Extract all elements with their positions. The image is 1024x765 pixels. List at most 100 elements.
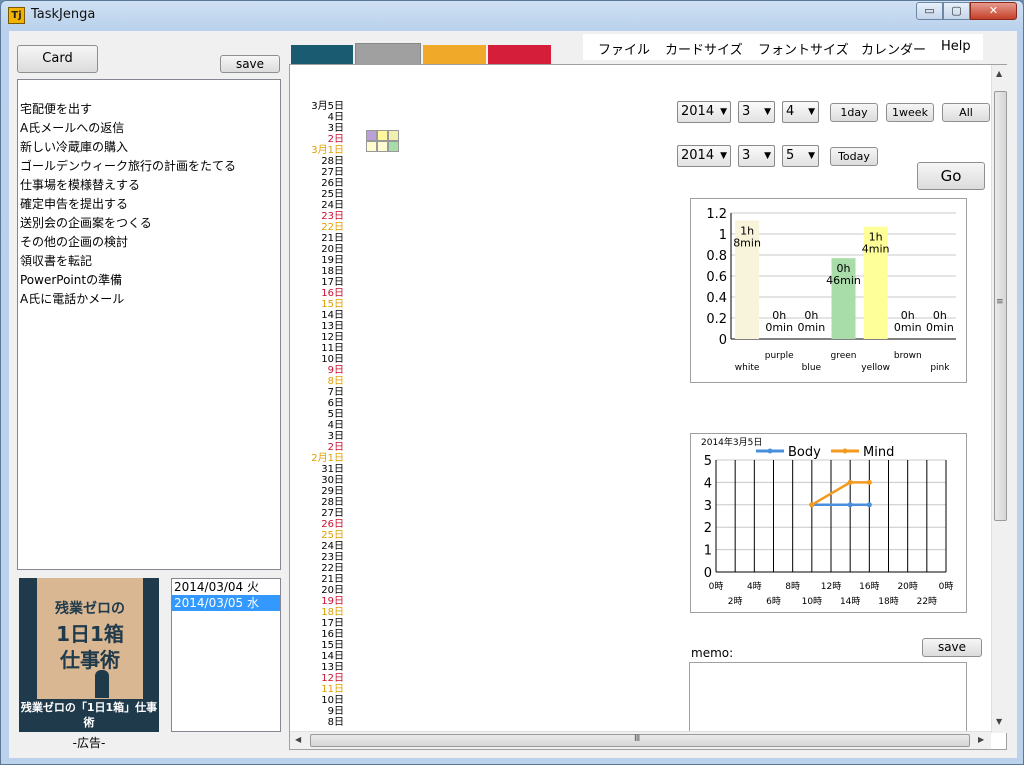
to-year-select[interactable]: 2014 ▼: [677, 145, 731, 167]
horizontal-scroll-thumb[interactable]: Ⅲ: [310, 734, 970, 747]
vertical-scroll-thumb[interactable]: ≡: [994, 91, 1007, 521]
card-button[interactable]: Card: [17, 45, 98, 73]
tab-color-red[interactable]: [488, 45, 551, 65]
from-month-select[interactable]: 3 ▼: [738, 101, 775, 123]
from-year-select[interactable]: 2014 ▼: [677, 101, 731, 123]
go-button[interactable]: Go: [917, 162, 985, 190]
date-list[interactable]: 2014/03/04 火 2014/03/05 水: [171, 578, 281, 732]
bar-value-label: 8min: [733, 236, 761, 249]
timeline-date-label: 3月1日: [311, 145, 344, 156]
one-week-button[interactable]: 1week: [886, 103, 934, 122]
task-item[interactable]: A氏メールへの返信: [19, 119, 280, 138]
ad-caption: 残業ゼロの「1日1箱」仕事術: [20, 701, 158, 729]
bar-chart-svg: 00.20.40.60.811.21h8minwhite0h0minpurple…: [706, 207, 956, 373]
task-item[interactable]: 新しい冷蔵庫の購入: [19, 138, 280, 157]
timeline-date-label: 19日: [321, 596, 344, 607]
tab-color-teal[interactable]: [291, 45, 353, 65]
task-item[interactable]: 領収書を転記: [19, 252, 280, 271]
x-tick-label: 8時: [785, 581, 800, 592]
task-item[interactable]: その他の企画の検討: [19, 233, 280, 252]
x-tick-label: 20時: [897, 581, 917, 592]
menu-card-size[interactable]: カードサイズ: [665, 39, 743, 58]
scroll-left-icon[interactable]: ◀: [295, 735, 301, 744]
mini-card[interactable]: [366, 141, 377, 152]
x-tick-label: 18時: [878, 596, 898, 607]
task-save-button[interactable]: save: [220, 55, 280, 73]
timeline-date-label: 24日: [321, 200, 344, 211]
timeline-date-label: 9日: [327, 706, 344, 717]
date-item[interactable]: 2014/03/04 火: [172, 579, 280, 595]
scroll-up-icon[interactable]: ▲: [996, 69, 1002, 78]
scroll-right-icon[interactable]: ▶: [978, 735, 984, 744]
from-day-select[interactable]: 4 ▼: [782, 101, 819, 123]
timeline-date-label: 8日: [327, 717, 344, 728]
legend-label-mind: Mind: [863, 445, 894, 460]
legend-label-body: Body: [788, 445, 821, 460]
one-day-button[interactable]: 1day: [830, 103, 878, 122]
y-tick-label: 1: [719, 228, 727, 243]
task-item[interactable]: PowerPointの準備: [19, 271, 280, 290]
timeline-date-label: 15日: [321, 299, 344, 310]
mini-card[interactable]: [377, 141, 388, 152]
x-category-label: brown: [894, 351, 922, 361]
timeline-date-label: 19日: [321, 255, 344, 266]
mini-card[interactable]: [388, 130, 399, 141]
bar-value-label: 0min: [926, 321, 954, 334]
to-month-select[interactable]: 3 ▼: [738, 145, 775, 167]
x-tick-label: 16時: [859, 581, 879, 592]
bar-value-label: 0min: [894, 321, 922, 334]
menu-help[interactable]: Help: [941, 39, 971, 54]
y-tick-label: 1: [704, 544, 712, 559]
client-area: Card save 宅配便を出す A氏メールへの返信 新しい冷蔵庫の購入 ゴールデンウ…: [9, 31, 1017, 758]
menu-calendar[interactable]: カレンダー: [861, 39, 926, 58]
vertical-scrollbar[interactable]: ▲ ≡ ▼: [991, 65, 1008, 733]
today-button[interactable]: Today: [830, 147, 878, 166]
timeline-date-label: 13日: [321, 662, 344, 673]
mini-card[interactable]: [388, 141, 399, 152]
minimize-button[interactable]: ▭: [916, 2, 943, 20]
timeline-axis: 3月5日 4日 3日 2日 3月1日 28日 27日 26日 25日 24日 23日 22日 21日 20…: [299, 101, 344, 728]
data-point-body: [847, 502, 853, 508]
y-tick-label: 0.8: [706, 249, 727, 264]
timeline-date-label: 4日: [327, 420, 344, 431]
task-item[interactable]: ゴールデンウィーク旅行の計画をたてる: [19, 157, 280, 176]
timeline-date-label: 26日: [321, 519, 344, 530]
timeline-date-label: 2日: [327, 134, 344, 145]
scroll-down-icon[interactable]: ▼: [996, 717, 1002, 726]
timeline-date-label: 26日: [321, 178, 344, 189]
task-item[interactable]: 確定申告を提出する: [19, 195, 280, 214]
timeline-date-label: 14日: [321, 651, 344, 662]
tab-color-gray[interactable]: [355, 43, 421, 65]
all-button[interactable]: All: [942, 103, 990, 122]
timeline-date-label: 10日: [321, 354, 344, 365]
chevron-down-icon: ▼: [720, 107, 727, 117]
task-item[interactable]: 宅配便を出す: [19, 100, 280, 119]
task-list[interactable]: 宅配便を出す A氏メールへの返信 新しい冷蔵庫の購入 ゴールデンウィーク旅行の計画をた…: [17, 79, 281, 570]
memo-save-button[interactable]: save: [922, 638, 982, 657]
menu-file[interactable]: ファイル: [598, 39, 650, 58]
bar-value-label: 4min: [862, 243, 890, 256]
advertisement[interactable]: 残業ゼロの 1日1箱 仕事術 残業ゼロの「1日1箱」仕事術: [19, 578, 159, 732]
horizontal-scrollbar[interactable]: ◀ Ⅲ ▶: [290, 731, 991, 749]
timeline-date-label: 30日: [321, 475, 344, 486]
task-item[interactable]: 仕事場を模様替えする: [19, 176, 280, 195]
y-tick-label: 1.2: [706, 207, 727, 222]
task-item[interactable]: A氏に電話かメール: [19, 290, 280, 309]
title-bar[interactable]: Tj TaskJenga ▭ ▢ ✕: [1, 1, 1023, 29]
window-title: TaskJenga: [31, 7, 96, 22]
maximize-button[interactable]: ▢: [943, 2, 970, 20]
bar-value-label: 0min: [765, 321, 793, 334]
timeline-date-label: 21日: [321, 233, 344, 244]
date-item-selected[interactable]: 2014/03/05 水: [172, 595, 280, 611]
mini-card[interactable]: [377, 130, 388, 141]
timeline-date-label: 21日: [321, 574, 344, 585]
mini-card[interactable]: [366, 130, 377, 141]
menu-font-size[interactable]: フォントサイズ: [758, 39, 849, 58]
timeline-date-label: 17日: [321, 277, 344, 288]
close-button[interactable]: ✕: [970, 2, 1017, 20]
to-day-select[interactable]: 5 ▼: [782, 145, 819, 167]
tab-color-orange[interactable]: [423, 45, 486, 65]
timeline-date-label: 18日: [321, 607, 344, 618]
task-item[interactable]: 送別会の企画案をつくる: [19, 214, 280, 233]
memo-textarea[interactable]: [689, 662, 967, 732]
